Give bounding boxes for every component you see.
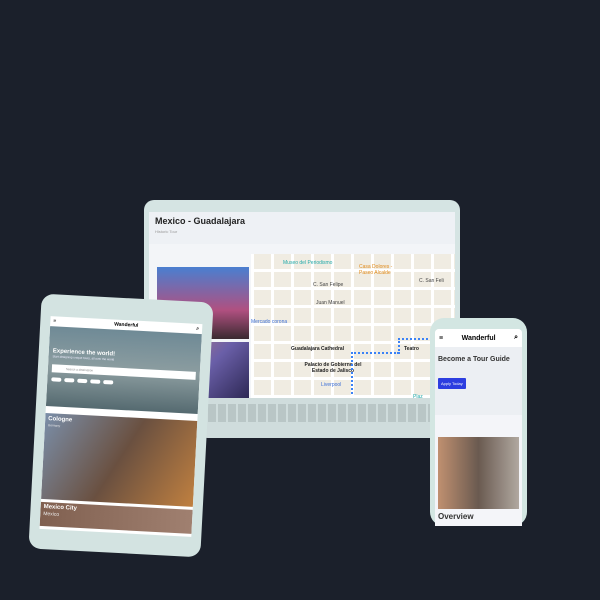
laptop-keyboard — [200, 398, 450, 438]
overview-heading: Overview — [438, 512, 474, 521]
tour-route — [398, 338, 428, 354]
phone-navbar: ≡ Wanderful ⌕ — [435, 329, 522, 347]
map-label: Liverpool — [321, 382, 342, 388]
map-label: Museo del Periodismo — [283, 260, 333, 266]
search-icon[interactable]: ⌕ — [514, 334, 518, 342]
filter-chip[interactable] — [90, 379, 101, 384]
phone-screen: ≡ Wanderful ⌕ Become a Tour Guide Apply … — [435, 329, 522, 526]
apply-today-button[interactable]: Apply Today — [438, 378, 466, 389]
section-heading: Become a Tour Guide — [438, 356, 510, 363]
page-subtitle: Historic Tour — [155, 229, 178, 234]
search-icon[interactable]: ⌕ — [196, 326, 199, 332]
destination-card[interactable]: Mexico City Mexico — [39, 501, 193, 534]
filter-chip[interactable] — [77, 378, 88, 384]
destination-card[interactable]: Cologne Germany — [41, 413, 198, 507]
brand-logo: Wanderful — [113, 321, 139, 329]
menu-icon[interactable]: ≡ — [439, 335, 443, 342]
map-label: C. San Felipe — [313, 282, 344, 288]
page-title: Mexico - Guadalajara — [155, 216, 246, 226]
map-label: C. San Feli — [419, 278, 444, 284]
map-label: Juan Manuel — [316, 300, 345, 306]
menu-icon[interactable]: ≡ — [53, 318, 56, 324]
tour-header: Mexico - Guadalajara Historic Tour — [149, 212, 455, 244]
brand-logo: Wanderful — [461, 334, 496, 342]
filter-chip[interactable] — [64, 377, 75, 383]
filter-chip[interactable] — [51, 377, 62, 382]
phone-mockup: ≡ Wanderful ⌕ Become a Tour Guide Apply … — [430, 318, 527, 526]
hero-banner: Experience the world! Start designing un… — [45, 326, 202, 414]
map-label: Guadalajara Cathedral — [291, 346, 345, 352]
tablet-screen: ≡ Wanderful ⌕ Experience the world! Star… — [39, 316, 203, 537]
tablet-mockup: ≡ Wanderful ⌕ Experience the world! Star… — [28, 293, 214, 558]
tour-route — [351, 352, 399, 394]
map-label: Mercado corona — [251, 319, 288, 325]
guide-photo — [438, 437, 519, 509]
filter-chip[interactable] — [103, 380, 114, 385]
map-label: Casa Dolores - Paseo Alcalde — [359, 264, 393, 276]
tour-map[interactable]: Museo del Periodismo Casa Dolores - Pase… — [251, 254, 455, 402]
